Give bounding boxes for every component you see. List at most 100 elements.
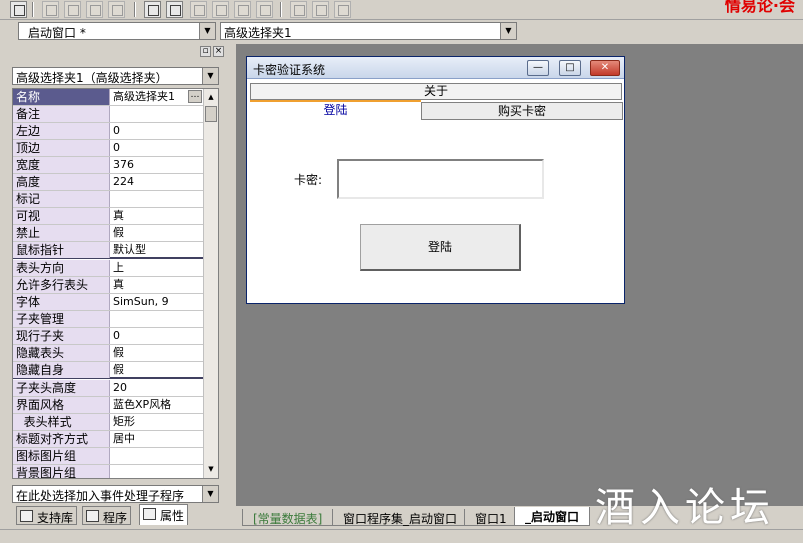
- property-value[interactable]: 真: [111, 208, 204, 224]
- align-bottom-icon[interactable]: [108, 1, 125, 18]
- property-scrollbar[interactable]: ▲ ▼: [203, 89, 218, 478]
- lock-icon[interactable]: [334, 1, 351, 18]
- property-row[interactable]: 背景图片组: [13, 465, 204, 478]
- property-row[interactable]: 表头样式 矩形: [13, 414, 204, 431]
- chevron-down-icon[interactable]: ▼: [202, 486, 218, 502]
- control-combo[interactable]: 高级选择夹1 ▼: [220, 22, 517, 40]
- property-row[interactable]: 高度 224: [13, 174, 204, 191]
- ellipsis-icon[interactable]: …: [188, 90, 202, 103]
- property-value[interactable]: 默认型: [111, 242, 204, 258]
- property-value[interactable]: 0: [111, 123, 204, 139]
- property-row[interactable]: 子夹头高度 20: [13, 380, 204, 397]
- tab-window1[interactable]: 窗口1: [464, 509, 518, 526]
- scroll-down-icon[interactable]: ▼: [205, 462, 217, 477]
- property-value[interactable]: 上: [111, 260, 204, 276]
- property-value[interactable]: SimSun, 9: [111, 294, 204, 310]
- property-row[interactable]: 标记: [13, 191, 204, 208]
- property-row[interactable]: 隐藏自身假: [13, 362, 204, 379]
- property-name: 隐藏自身: [13, 362, 110, 378]
- property-row[interactable]: 禁止假: [13, 225, 204, 242]
- tab-startup-window[interactable]: _启动窗口: [514, 507, 591, 526]
- minimize-icon[interactable]: —: [527, 60, 549, 76]
- form-window[interactable]: 卡密验证系统 — □ ✕ 关于 登陆 购买卡密 卡密: 登陆: [246, 56, 625, 304]
- property-value[interactable]: 居中: [111, 431, 204, 447]
- property-row[interactable]: 左边 0: [13, 123, 204, 140]
- property-row[interactable]: 现行子夹 0: [13, 328, 204, 345]
- scroll-up-icon[interactable]: ▲: [205, 90, 217, 105]
- property-name: 子夹头高度: [13, 380, 110, 396]
- same-width-icon[interactable]: [190, 1, 207, 18]
- property-value[interactable]: 20: [111, 380, 204, 396]
- center-horizontal-icon[interactable]: [144, 1, 161, 18]
- scroll-thumb[interactable]: [205, 106, 217, 122]
- space-vertical-icon[interactable]: [256, 1, 273, 18]
- event-combo[interactable]: 在此处选择加入事件处理子程序 ▼: [12, 485, 219, 503]
- snap-icon[interactable]: [312, 1, 329, 18]
- property-row[interactable]: 图标图片组: [13, 448, 204, 465]
- property-name: 允许多行表头: [13, 277, 110, 293]
- align-left-icon[interactable]: [42, 1, 59, 18]
- tab-program[interactable]: 程序: [82, 506, 132, 525]
- property-row[interactable]: 顶边 0: [13, 140, 204, 157]
- property-row[interactable]: 隐藏表头假: [13, 345, 204, 362]
- tab-support-library[interactable]: 支持库: [16, 506, 78, 525]
- property-value[interactable]: [111, 191, 204, 207]
- chevron-down-icon[interactable]: ▼: [202, 68, 218, 84]
- tab-login[interactable]: 登陆: [250, 100, 421, 120]
- tab-about[interactable]: 关于: [250, 83, 622, 100]
- property-row[interactable]: 名称 高级选择夹1 …: [13, 89, 204, 106]
- align-top-icon[interactable]: [86, 1, 103, 18]
- property-value[interactable]: 真: [111, 277, 204, 293]
- maximize-icon[interactable]: □: [559, 60, 581, 76]
- property-row[interactable]: 允许多行表头真: [13, 277, 204, 294]
- property-value[interactable]: 224: [111, 174, 204, 190]
- tab-constant-table[interactable]: [常量数据表]: [242, 509, 334, 526]
- chevron-down-icon[interactable]: ▼: [500, 23, 516, 39]
- space-horizontal-icon[interactable]: [234, 1, 251, 18]
- form-title-bar[interactable]: 卡密验证系统 — □ ✕: [247, 57, 624, 79]
- property-value[interactable]: 假: [111, 362, 204, 378]
- property-row[interactable]: 鼠标指针 默认型: [13, 242, 204, 259]
- property-value[interactable]: [111, 106, 204, 122]
- property-name: 子夹管理: [13, 311, 110, 327]
- same-height-icon[interactable]: [212, 1, 229, 18]
- property-row[interactable]: 字体 SimSun, 9: [13, 294, 204, 311]
- tab-label: 支持库: [37, 511, 74, 525]
- property-grid: 名称 高级选择夹1 … 备注 左边 0 顶边 0 宽度 376 高度 224 标记 可视…: [12, 88, 219, 479]
- window-combo[interactable]: _启动窗口 * ▼: [18, 22, 216, 40]
- chevron-down-icon[interactable]: ▼: [199, 23, 215, 39]
- property-value[interactable]: 蓝色XP风格: [111, 397, 204, 413]
- property-row[interactable]: 宽度 376: [13, 157, 204, 174]
- property-value[interactable]: 假: [111, 345, 204, 361]
- property-row[interactable]: 标题对齐方式 居中: [13, 431, 204, 448]
- tab-buy-card[interactable]: 购买卡密: [421, 102, 623, 120]
- form-icon[interactable]: [10, 1, 27, 18]
- tab-label: 程序: [103, 511, 128, 525]
- property-value[interactable]: 0: [111, 140, 204, 156]
- restore-icon[interactable]: ▫: [200, 46, 211, 57]
- tab-properties[interactable]: 属性: [139, 504, 189, 525]
- property-value[interactable]: [111, 311, 204, 327]
- property-value[interactable]: [111, 465, 204, 478]
- align-right-icon[interactable]: [64, 1, 81, 18]
- property-value[interactable]: 假: [111, 225, 204, 241]
- property-row[interactable]: 界面风格 蓝色XP风格: [13, 397, 204, 414]
- property-row[interactable]: 备注: [13, 106, 204, 123]
- close-icon[interactable]: ✕: [590, 60, 620, 76]
- card-key-input[interactable]: [337, 159, 544, 199]
- login-button[interactable]: 登陆: [360, 224, 521, 271]
- close-icon[interactable]: ×: [213, 46, 224, 57]
- property-value[interactable]: 376: [111, 157, 204, 173]
- property-name: 背景图片组: [13, 465, 110, 478]
- center-vertical-icon[interactable]: [166, 1, 183, 18]
- property-value[interactable]: 矩形: [111, 414, 204, 430]
- property-row[interactable]: 表头方向上: [13, 260, 204, 277]
- watermark: 酒入论坛: [595, 485, 775, 531]
- property-value[interactable]: [111, 448, 204, 464]
- grid-icon[interactable]: [290, 1, 307, 18]
- property-row[interactable]: 子夹管理: [13, 311, 204, 328]
- property-value[interactable]: 0: [111, 328, 204, 344]
- tab-window-assembly[interactable]: 窗口程序集_启动窗口: [332, 509, 469, 526]
- object-combo[interactable]: 高级选择夹1（高级选择夹） ▼: [12, 67, 219, 85]
- property-row[interactable]: 可视真: [13, 208, 204, 225]
